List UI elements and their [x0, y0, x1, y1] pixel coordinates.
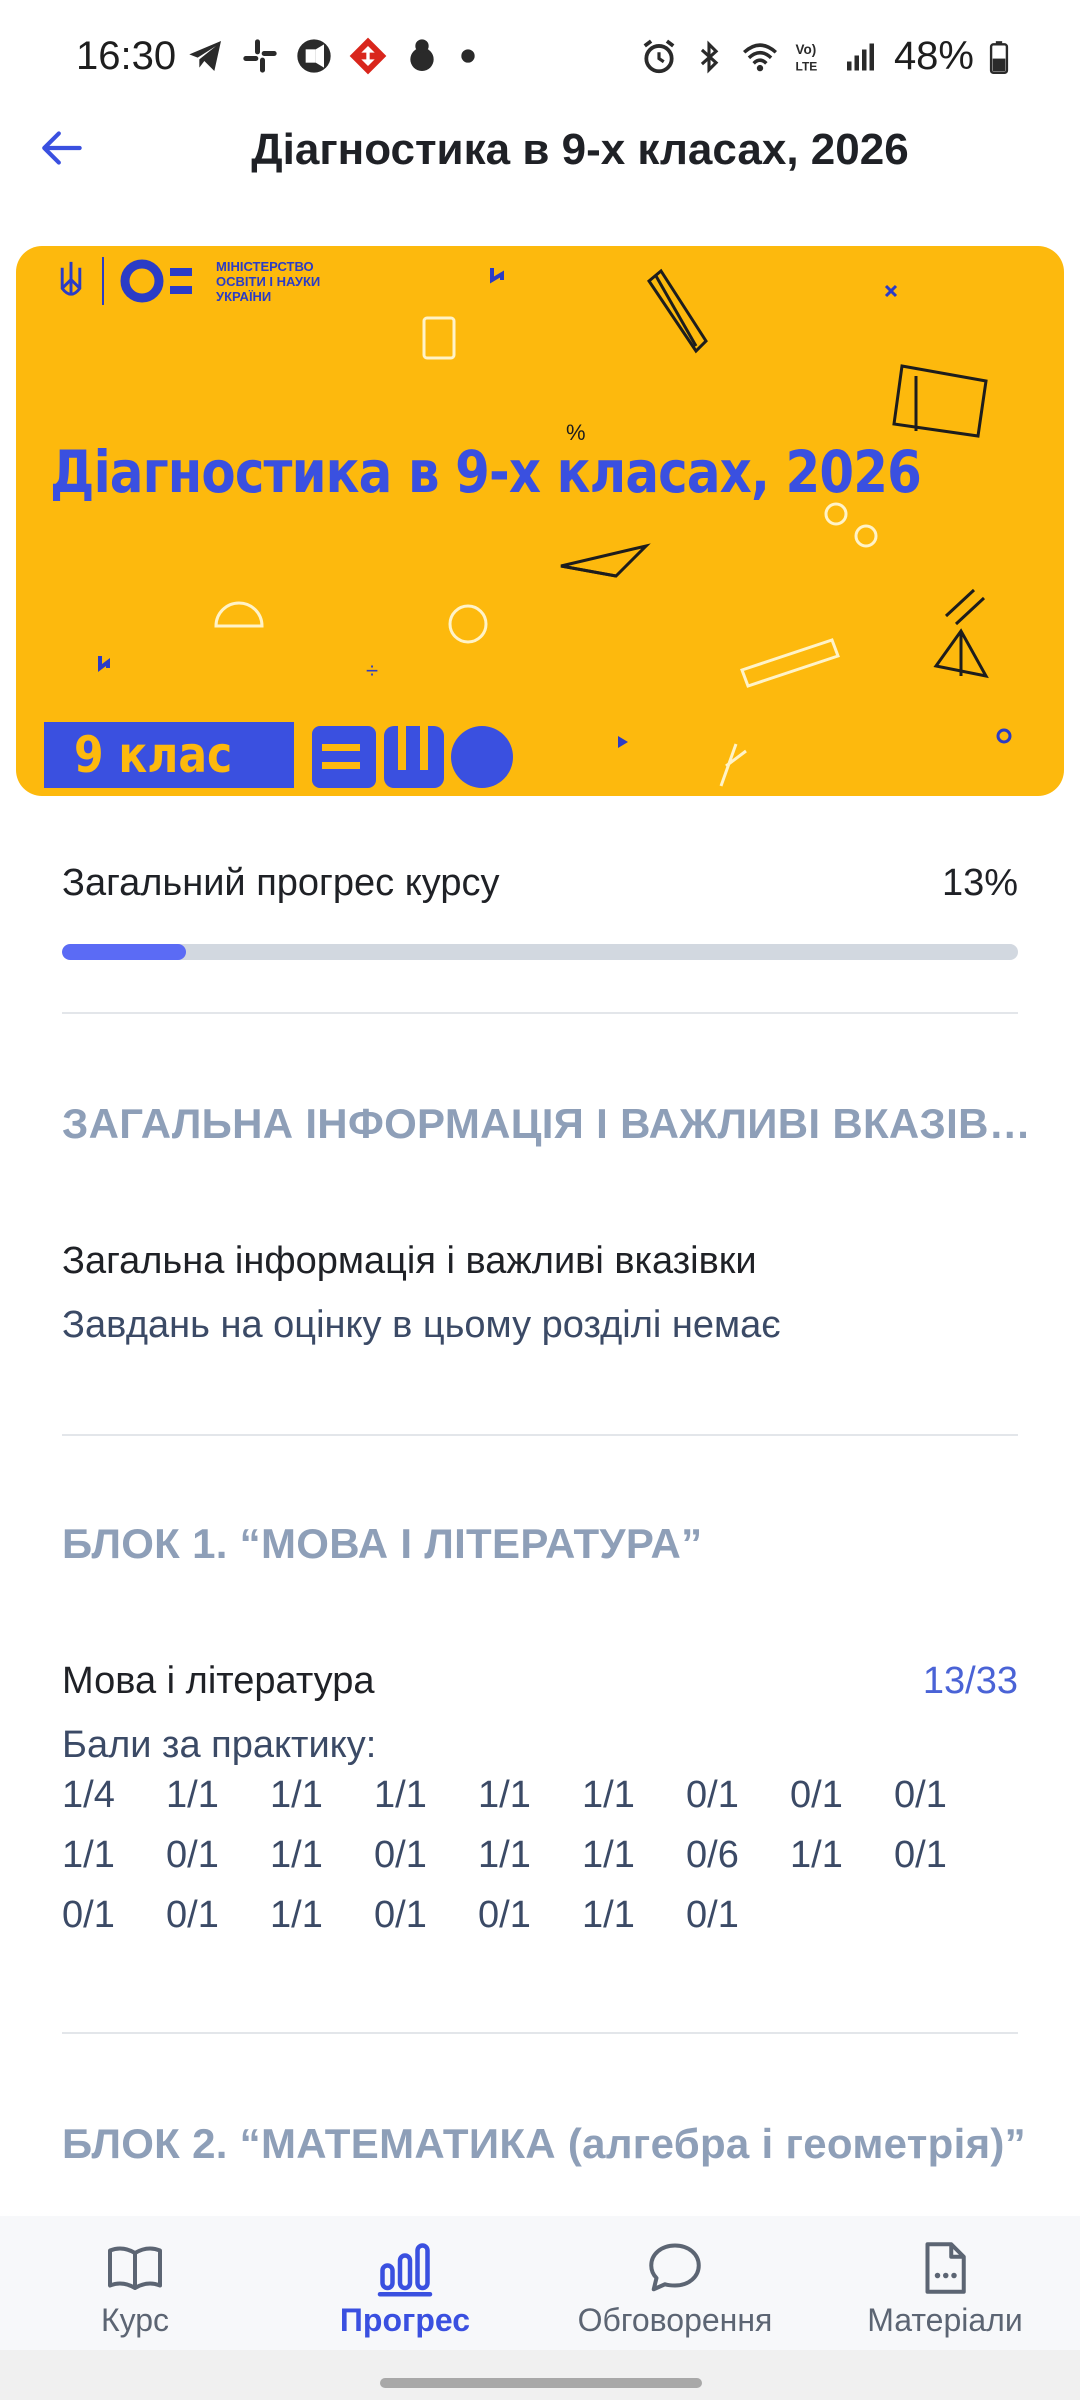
practice-score: 0/1 [790, 1774, 843, 1816]
practice-scores-grid: 1/4 1/1 1/1 1/1 1/1 1/1 0/1 0/1 0/1 1/1 0/1 1/1 0/1 1… [62, 1774, 1022, 1954]
signal-icon [846, 43, 874, 70]
gesture-navigation-area [0, 2350, 1080, 2400]
practice-score: 0/1 [478, 1894, 531, 1936]
practice-score: 0/1 [686, 1894, 739, 1936]
page-title: Діагностика в 9-х класах, 2026 [251, 125, 909, 174]
arrow-left-icon[interactable] [38, 123, 88, 173]
section-title-block-2[interactable]: БЛОК 2. “МАТЕМАТИКА (алгебра і геометрія… [62, 2120, 1040, 2168]
practice-score: 1/1 [582, 1774, 635, 1816]
practice-score: 0/6 [686, 1834, 739, 1876]
bar-chart-icon [377, 2243, 433, 2297]
practice-scores-label: Бали за практику: [62, 1724, 377, 1766]
grade-badge: 9 клас [44, 722, 294, 788]
practice-score: 1/1 [270, 1834, 323, 1876]
svg-text:÷: ÷ [366, 658, 378, 683]
battery-icon [989, 40, 1009, 74]
practice-score-row: 0/1 0/1 1/1 0/1 0/1 1/1 0/1 [62, 1894, 1022, 1954]
volte-icon: Vo) LTE [795, 42, 817, 74]
general-info-title: Загальна інформація і важливі вказівки [62, 1240, 757, 1282]
nav-materials[interactable]: Матеріали [810, 2216, 1080, 2350]
svg-text:Vo): Vo) [795, 42, 816, 57]
banner-title: Діагностика в 9-х класах, 2026 [50, 438, 922, 506]
battery-percent: 48% [893, 34, 974, 78]
app-header: Діагностика в 9-х класах, 2026 [0, 115, 1080, 185]
practice-score: 0/1 [894, 1774, 947, 1816]
alarm-icon [643, 39, 675, 73]
nav-discussion[interactable]: Обговорення [540, 2216, 810, 2350]
nova-poshta-icon [349, 37, 387, 75]
document-icon [925, 2242, 966, 2294]
section-title-block-1[interactable]: БЛОК 1. “МОВА І ЛІТЕРАТУРА” [62, 1520, 1040, 1568]
course-banner: МІНІСТЕРСТВО ОСВІТИ І НАУКИ УКРАЇНИ ÷ % … [16, 246, 1064, 796]
general-info-note: Завдань на оцінку в цьому розділі немає [62, 1304, 781, 1346]
practice-score: 0/1 [894, 1834, 947, 1876]
practice-score: 0/1 [374, 1834, 427, 1876]
book-icon [108, 2246, 162, 2290]
practice-score: 1/1 [166, 1774, 219, 1816]
telegram-icon [189, 41, 221, 71]
app-icon [410, 39, 434, 71]
nav-discussion-label: Обговорення [577, 2302, 773, 2338]
vsho-logo-icon [312, 726, 513, 788]
status-time: 16:30 [76, 34, 177, 78]
practice-score-row: 1/4 1/1 1/1 1/1 1/1 1/1 0/1 0/1 0/1 [62, 1774, 1022, 1834]
practice-score: 1/1 [270, 1894, 323, 1936]
practice-score: 1/1 [478, 1774, 531, 1816]
home-gesture-bar[interactable] [380, 2378, 702, 2388]
subsection-score: 13/33 [922, 1660, 1018, 1702]
section-title-general[interactable]: ЗАГАЛЬНА ІНФОРМАЦІЯ І ВАЖЛИВІ ВКАЗІВКИ [62, 1100, 1040, 1148]
nav-course-label: Курс [100, 2302, 170, 2338]
status-bar: 16:30 Vo) LTE 48% [0, 0, 1080, 120]
chat-bubble-icon [649, 2243, 701, 2292]
notification-icons [186, 36, 480, 76]
subsection-title: Мова і література [62, 1660, 375, 1702]
course-progress: Загальний прогрес курсу 13% [62, 862, 1018, 912]
banner-doodles: ÷ % [98, 268, 1012, 787]
practice-score: 1/1 [582, 1834, 635, 1876]
system-icons: Vo) LTE 48% [640, 34, 1010, 79]
practice-score: 1/1 [582, 1894, 635, 1936]
nav-course[interactable]: Курс [0, 2216, 270, 2350]
progress-bar-fill [62, 944, 187, 960]
practice-score: 0/1 [166, 1834, 219, 1876]
nav-materials-label: Матеріали [867, 2302, 1023, 2338]
slack-icon [243, 39, 277, 73]
nav-progress-label: Прогрес [339, 2302, 471, 2338]
dot-icon [461, 49, 475, 63]
record-icon [297, 39, 331, 73]
progress-percent: 13% [941, 862, 1018, 904]
practice-score: 1/1 [374, 1774, 427, 1816]
divider [62, 1434, 1018, 1436]
progress-bar [62, 944, 1018, 960]
practice-score: 1/1 [790, 1834, 843, 1876]
progress-label: Загальний прогрес курсу [62, 862, 500, 904]
practice-score-row: 1/1 0/1 1/1 0/1 1/1 1/1 0/6 1/1 0/1 [62, 1834, 1022, 1894]
practice-score: 0/1 [62, 1894, 115, 1936]
practice-score: 1/1 [270, 1774, 323, 1816]
nav-progress[interactable]: Прогрес [270, 2216, 540, 2350]
divider [62, 2032, 1018, 2034]
bottom-navigation: Курс Прогрес Обговорення Матеріали [0, 2216, 1080, 2350]
practice-score: 0/1 [686, 1774, 739, 1816]
bluetooth-icon [700, 39, 719, 74]
svg-text:LTE: LTE [795, 59, 817, 73]
practice-score: 1/1 [478, 1834, 531, 1876]
practice-score: 1/1 [62, 1834, 115, 1876]
wifi-icon [742, 42, 777, 71]
practice-score: 0/1 [374, 1894, 427, 1936]
practice-score: 1/4 [62, 1774, 115, 1816]
grade-label: 9 клас [74, 726, 233, 784]
practice-score: 0/1 [166, 1894, 219, 1936]
divider [62, 1012, 1018, 1014]
